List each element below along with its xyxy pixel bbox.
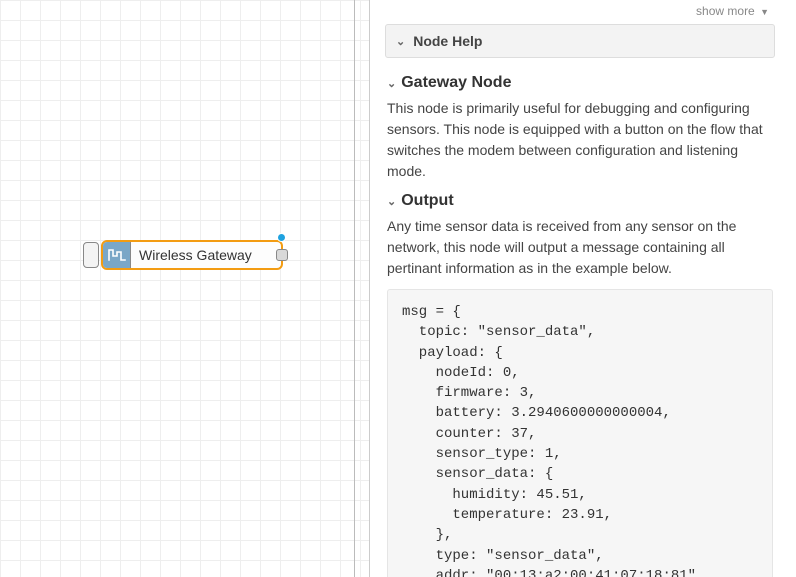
flow-node-wireless-gateway[interactable]: Wireless Gateway [83, 240, 283, 270]
section-title: Node Help [413, 33, 482, 49]
help-heading-text: Gateway Node [401, 74, 511, 92]
chevron-down-icon: ⌄ [396, 35, 405, 48]
help-paragraph: Any time sensor data is received from an… [387, 216, 773, 279]
node-body[interactable]: Wireless Gateway [101, 240, 283, 270]
help-content: ⌄ Gateway Node This node is primarily us… [385, 58, 779, 577]
info-side-panel: show more ▼ ⌄ Node Help ⌄ Gateway Node T… [370, 0, 784, 577]
vertical-scrollbar[interactable] [784, 0, 796, 577]
help-paragraph: This node is primarily useful for debugg… [387, 98, 773, 182]
chevron-down-icon: ⌄ [387, 77, 396, 90]
node-status-indicator [277, 233, 286, 242]
wireless-icon [103, 242, 131, 268]
node-label: Wireless Gateway [131, 247, 252, 263]
help-heading-output[interactable]: ⌄ Output [387, 192, 773, 210]
section-header-node-help[interactable]: ⌄ Node Help [385, 24, 775, 58]
help-heading-text: Output [401, 192, 453, 210]
node-output-port[interactable] [276, 249, 288, 261]
flow-canvas[interactable]: Wireless Gateway [0, 0, 370, 577]
node-trigger-button[interactable] [83, 242, 99, 268]
code-example: msg = { topic: "sensor_data", payload: {… [387, 289, 773, 577]
show-more-label: show more [696, 4, 755, 18]
canvas-divider [354, 0, 355, 577]
caret-down-icon: ▼ [760, 7, 769, 17]
help-heading-gateway[interactable]: ⌄ Gateway Node [387, 74, 773, 92]
show-more-link[interactable]: show more ▼ [385, 0, 779, 24]
chevron-down-icon: ⌄ [387, 195, 396, 208]
